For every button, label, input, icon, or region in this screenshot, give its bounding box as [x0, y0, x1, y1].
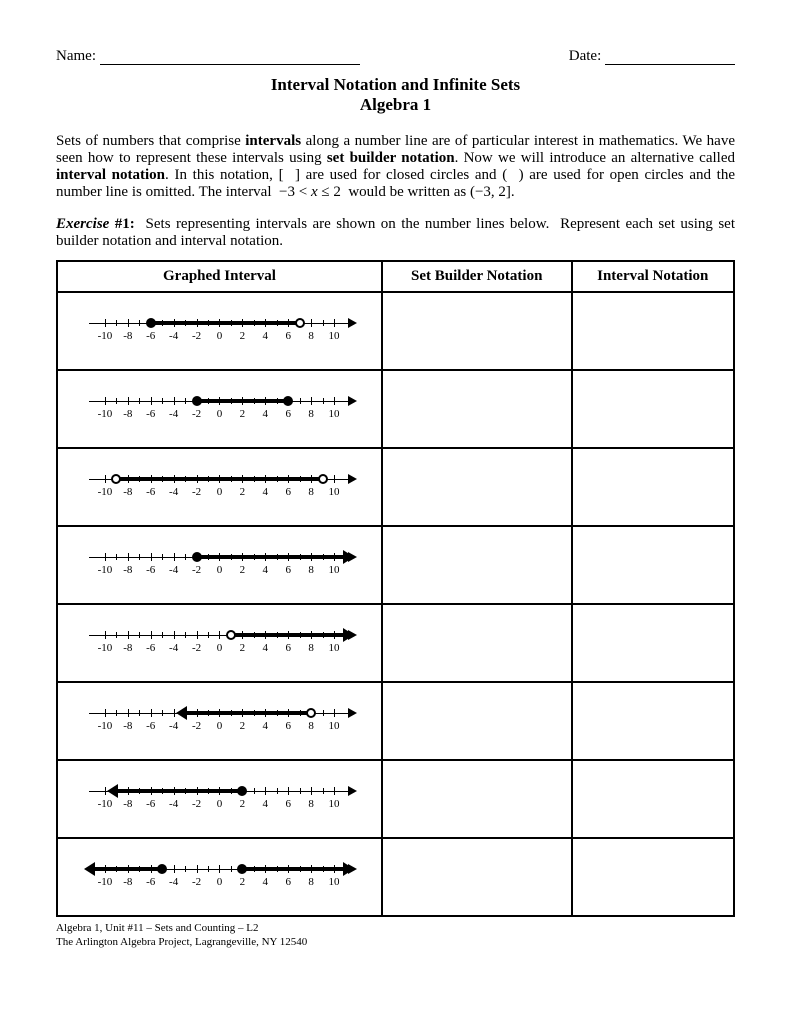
set-builder-cell[interactable]	[382, 682, 572, 760]
date-blank[interactable]	[605, 49, 735, 65]
name-field[interactable]: Name:	[56, 48, 360, 65]
exercise-prompt: Exercise #1: Sets representing intervals…	[56, 216, 735, 250]
number-line: -10-8-6-4-20246810	[79, 469, 359, 505]
page-title: Interval Notation and Infinite Sets	[56, 75, 735, 95]
interval-cell[interactable]	[572, 292, 735, 370]
graph-cell: -10-8-6-4-20246810	[57, 760, 382, 838]
table-row: -10-8-6-4-20246810	[57, 370, 734, 448]
date-label: Date:	[569, 48, 601, 64]
interval-cell[interactable]	[572, 448, 735, 526]
interval-table: Graphed Interval Set Builder Notation In…	[56, 260, 735, 917]
table-row: -10-8-6-4-20246810	[57, 838, 734, 916]
set-builder-cell[interactable]	[382, 526, 572, 604]
number-line: -10-8-6-4-20246810	[79, 391, 359, 427]
graph-cell: -10-8-6-4-20246810	[57, 448, 382, 526]
interval-cell[interactable]	[572, 604, 735, 682]
table-row: -10-8-6-4-20246810	[57, 292, 734, 370]
set-builder-cell[interactable]	[382, 760, 572, 838]
set-builder-cell[interactable]	[382, 604, 572, 682]
page-subtitle: Algebra 1	[56, 95, 735, 115]
footer-line-2: The Arlington Algebra Project, Lagrangev…	[56, 935, 735, 949]
set-builder-cell[interactable]	[382, 370, 572, 448]
name-label: Name:	[56, 48, 96, 64]
col-header-graph: Graphed Interval	[57, 261, 382, 292]
number-line: -10-8-6-4-20246810	[79, 547, 359, 583]
interval-cell[interactable]	[572, 838, 735, 916]
table-row: -10-8-6-4-20246810	[57, 526, 734, 604]
number-line: -10-8-6-4-20246810	[79, 703, 359, 739]
number-line: -10-8-6-4-20246810	[79, 859, 359, 895]
interval-cell[interactable]	[572, 682, 735, 760]
number-line: -10-8-6-4-20246810	[79, 781, 359, 817]
table-row: -10-8-6-4-20246810	[57, 604, 734, 682]
table-row: -10-8-6-4-20246810	[57, 448, 734, 526]
set-builder-cell[interactable]	[382, 838, 572, 916]
header-row: Name: Date:	[56, 48, 735, 65]
interval-cell[interactable]	[572, 526, 735, 604]
intro-paragraph: Sets of numbers that comprise intervals …	[56, 133, 735, 201]
graph-cell: -10-8-6-4-20246810	[57, 838, 382, 916]
footer: Algebra 1, Unit #11 – Sets and Counting …	[56, 921, 735, 950]
col-header-interval: Interval Notation	[572, 261, 735, 292]
date-field[interactable]: Date:	[569, 48, 735, 65]
table-row: -10-8-6-4-20246810	[57, 760, 734, 838]
number-line: -10-8-6-4-20246810	[79, 625, 359, 661]
graph-cell: -10-8-6-4-20246810	[57, 370, 382, 448]
graph-cell: -10-8-6-4-20246810	[57, 526, 382, 604]
set-builder-cell[interactable]	[382, 448, 572, 526]
graph-cell: -10-8-6-4-20246810	[57, 604, 382, 682]
footer-line-1: Algebra 1, Unit #11 – Sets and Counting …	[56, 921, 735, 935]
set-builder-cell[interactable]	[382, 292, 572, 370]
graph-cell: -10-8-6-4-20246810	[57, 682, 382, 760]
number-line: -10-8-6-4-20246810	[79, 313, 359, 349]
interval-cell[interactable]	[572, 760, 735, 838]
col-header-set-builder: Set Builder Notation	[382, 261, 572, 292]
table-row: -10-8-6-4-20246810	[57, 682, 734, 760]
name-blank[interactable]	[100, 49, 360, 65]
graph-cell: -10-8-6-4-20246810	[57, 292, 382, 370]
interval-cell[interactable]	[572, 370, 735, 448]
